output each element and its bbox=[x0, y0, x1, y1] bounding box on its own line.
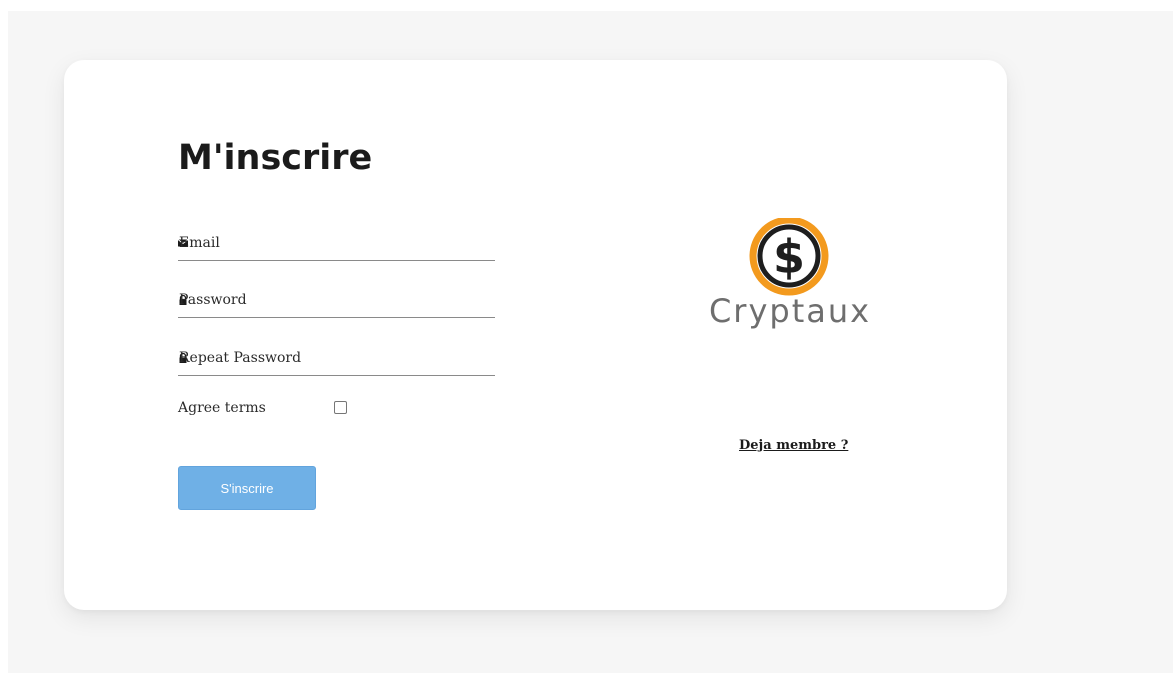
signup-button[interactable]: S'inscrire bbox=[178, 466, 316, 510]
agree-terms-label: Agree terms bbox=[178, 400, 266, 416]
dollar-coin-icon: $ bbox=[749, 216, 829, 296]
password-field[interactable]: Password bbox=[178, 291, 495, 318]
repeat-password-field[interactable]: Repeat Password bbox=[178, 349, 495, 376]
page-title: M'inscrire bbox=[178, 138, 373, 178]
email-field[interactable]: Email bbox=[178, 234, 495, 261]
signup-card: M'inscrire Email Password Repeat Passwor… bbox=[64, 60, 1007, 610]
email-label: Email bbox=[179, 235, 220, 251]
logo-wordmark: Cryptaux bbox=[708, 292, 872, 330]
already-member-link[interactable]: Deja membre ? bbox=[739, 438, 848, 453]
brand-logo: $ Cryptaux bbox=[692, 216, 888, 338]
password-label: Password bbox=[179, 292, 247, 308]
logo-symbol: $ bbox=[773, 230, 805, 284]
agree-terms-checkbox[interactable] bbox=[334, 401, 347, 414]
repeat-password-label: Repeat Password bbox=[179, 350, 302, 366]
page-background: M'inscrire Email Password Repeat Passwor… bbox=[8, 11, 1173, 673]
